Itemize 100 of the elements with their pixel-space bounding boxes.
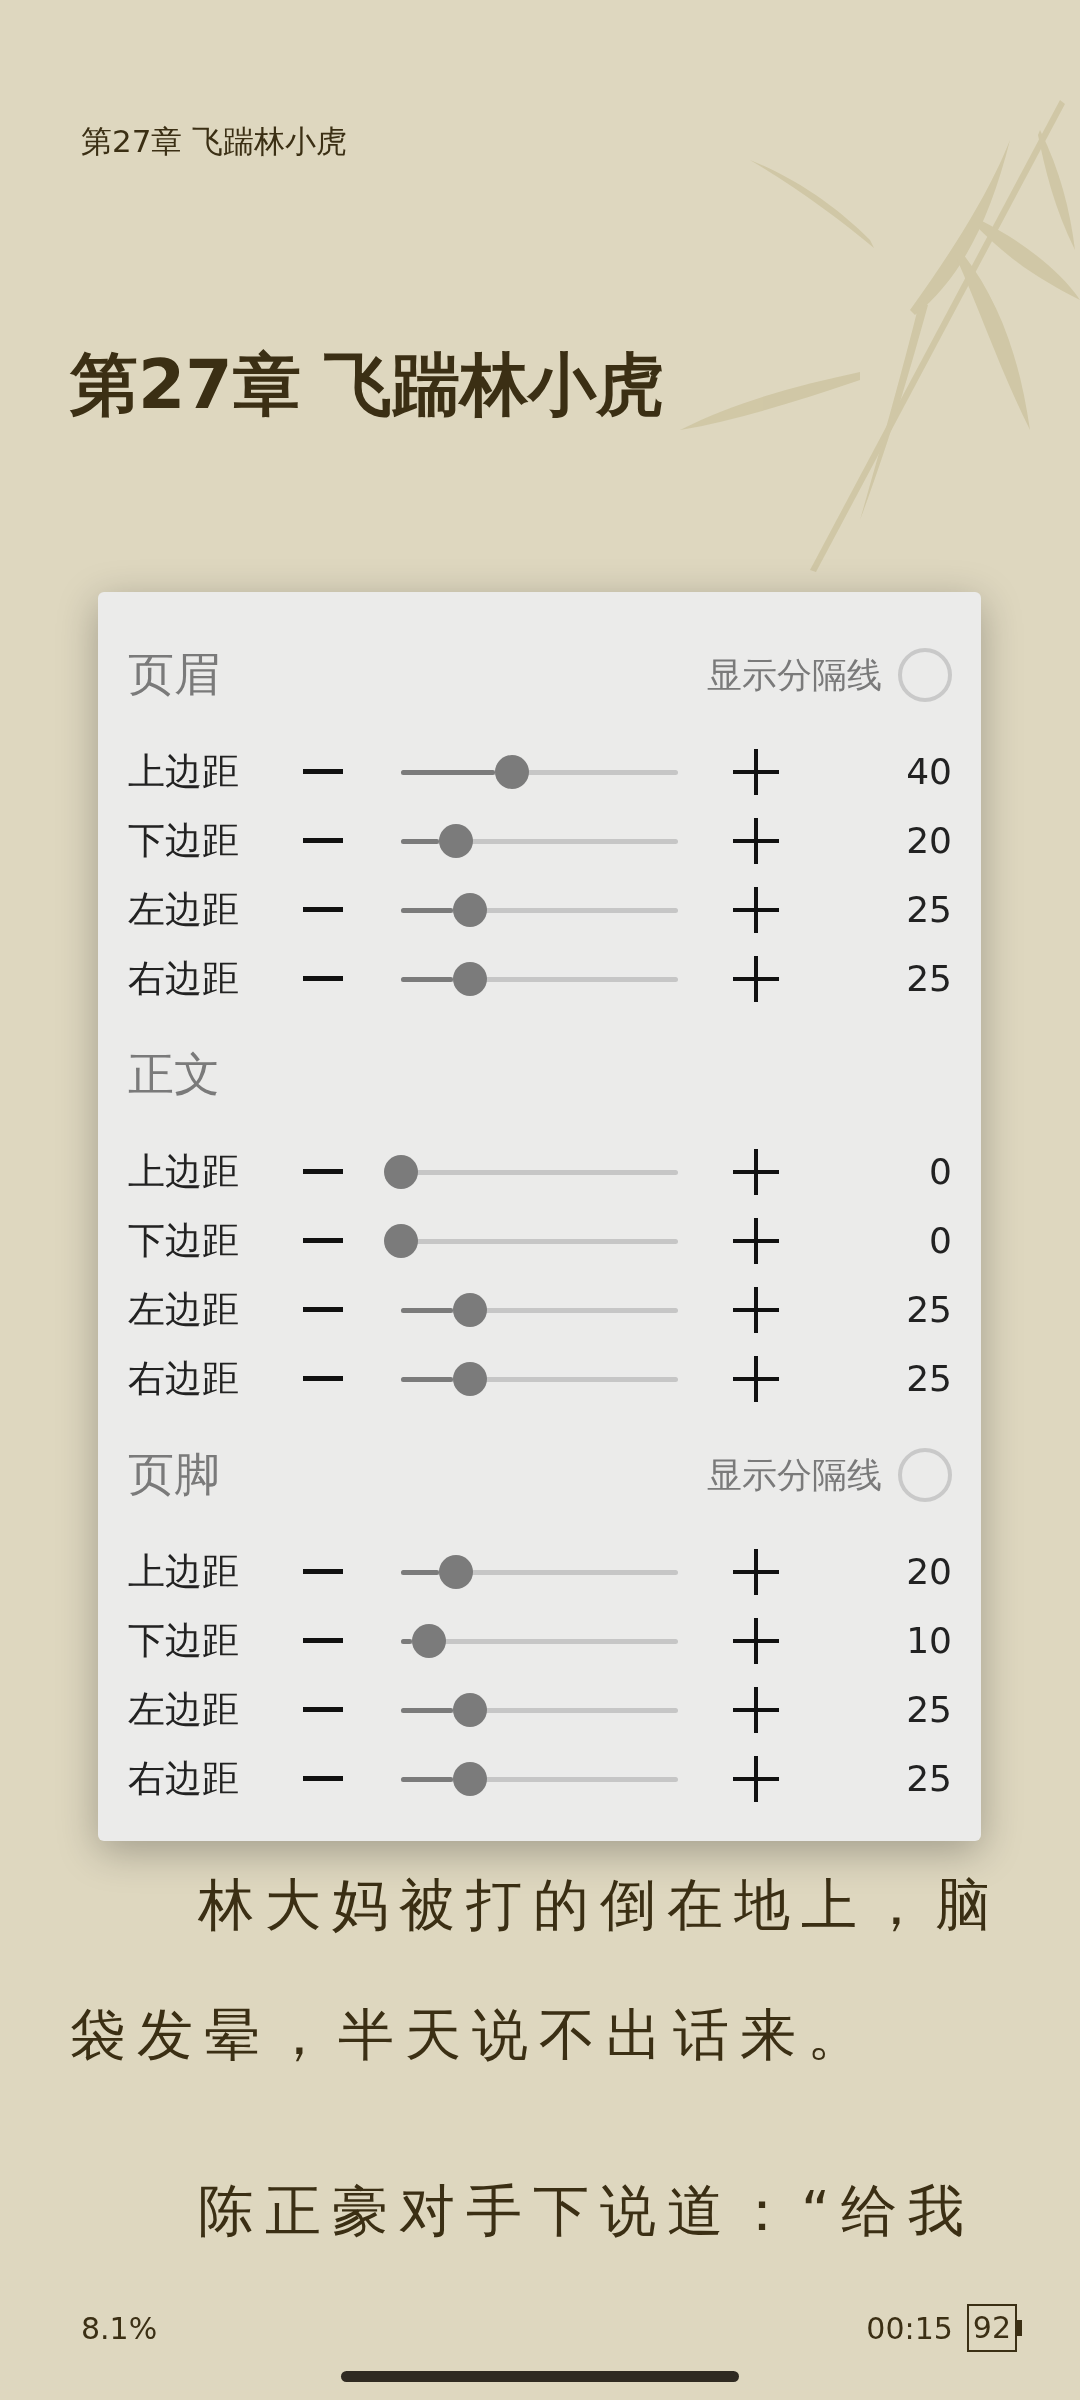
clock: 00:15 [866, 2310, 953, 2346]
margin-value: 0 [929, 1151, 952, 1192]
slider-fill [401, 1776, 454, 1782]
margin-value: 25 [906, 1689, 952, 1730]
margin-value: 20 [906, 1551, 952, 1592]
decrease-button[interactable] [303, 837, 343, 844]
increase-button[interactable] [733, 955, 779, 1002]
increase-button[interactable] [733, 1286, 779, 1333]
section-title: 页脚 [128, 1446, 220, 1503]
slider-fill [401, 1376, 454, 1382]
margin-value: 20 [906, 820, 952, 861]
decrease-button[interactable] [303, 906, 343, 913]
minus-icon [303, 837, 343, 844]
increase-button[interactable] [733, 886, 779, 933]
margin-value: 25 [906, 1289, 952, 1330]
slider-fill [401, 838, 440, 844]
toggle-label: 显示分隔线 [707, 653, 882, 697]
divider-toggle[interactable] [898, 1448, 952, 1502]
decrease-button[interactable] [303, 975, 343, 982]
plus-icon [733, 1755, 779, 1802]
slider-thumb[interactable] [453, 1692, 488, 1727]
margin-value: 25 [906, 958, 952, 999]
minus-icon [303, 1237, 343, 1244]
margin-label: 右边距 [128, 1755, 240, 1802]
slider-thumb[interactable] [439, 823, 474, 858]
slider-fill [401, 1569, 440, 1575]
plus-icon [733, 748, 779, 795]
slider-thumb[interactable] [411, 1623, 446, 1658]
margin-value: 25 [906, 1358, 952, 1399]
increase-button[interactable] [733, 1355, 779, 1402]
margin-label: 左边距 [128, 1286, 240, 1333]
slider-fill [401, 1307, 454, 1313]
slider-fill [401, 1638, 412, 1644]
slider-thumb[interactable] [453, 1292, 488, 1327]
decrease-button[interactable] [303, 1306, 343, 1313]
toggle-label: 显示分隔线 [707, 1453, 882, 1497]
increase-button[interactable] [733, 1548, 779, 1595]
slider-thumb[interactable] [453, 1761, 488, 1796]
margin-label: 右边距 [128, 1355, 240, 1402]
slider-fill [401, 907, 454, 913]
minus-icon [303, 906, 343, 913]
body-text: 袋发晕，半天说不出话来。 [70, 2001, 874, 2069]
section-title: 正文 [128, 1046, 220, 1103]
increase-button[interactable] [733, 748, 779, 795]
divider-toggle[interactable] [898, 648, 952, 702]
decrease-button[interactable] [303, 1168, 343, 1175]
decrease-button[interactable] [303, 1237, 343, 1244]
slider-thumb[interactable] [453, 961, 488, 996]
slider-fill [401, 976, 454, 982]
minus-icon [303, 1637, 343, 1644]
battery-tip-icon [1017, 2320, 1022, 2336]
slider-thumb[interactable] [439, 1554, 474, 1589]
plus-icon [733, 1355, 779, 1402]
margin-value: 0 [929, 1220, 952, 1261]
plus-icon [733, 886, 779, 933]
slider-thumb[interactable] [384, 1154, 418, 1189]
margin-label: 下边距 [128, 817, 240, 864]
margin-label: 上边距 [128, 748, 240, 795]
plus-icon [733, 955, 779, 1002]
chapter-title: 第27章 飞踹林小虎 [70, 344, 665, 426]
increase-button[interactable] [733, 1148, 779, 1195]
margin-label: 下边距 [128, 1217, 240, 1264]
margin-label: 左边距 [128, 1686, 240, 1733]
body-text: 林大妈被打的倒在地上，脑 [197, 1871, 1002, 1939]
plus-icon [733, 1548, 779, 1595]
minus-icon [303, 1306, 343, 1313]
decrease-button[interactable] [303, 1775, 343, 1782]
plus-icon [733, 1617, 779, 1664]
minus-icon [303, 975, 343, 982]
increase-button[interactable] [733, 1617, 779, 1664]
battery-level: 92 [966, 2304, 1017, 2352]
decrease-button[interactable] [303, 1375, 343, 1382]
decrease-button[interactable] [303, 1568, 343, 1575]
plus-icon [733, 817, 779, 864]
minus-icon [303, 768, 343, 775]
margin-value: 25 [906, 1758, 952, 1799]
slider-thumb[interactable] [453, 892, 488, 927]
plus-icon [733, 1686, 779, 1733]
increase-button[interactable] [733, 1217, 779, 1264]
slider-thumb[interactable] [494, 754, 529, 789]
slider-thumb[interactable] [453, 1361, 488, 1396]
increase-button[interactable] [733, 817, 779, 864]
margin-label: 上边距 [128, 1548, 240, 1595]
margin-label: 上边距 [128, 1148, 240, 1195]
slider-thumb[interactable] [384, 1223, 418, 1258]
increase-button[interactable] [733, 1755, 779, 1802]
plus-icon [733, 1148, 779, 1195]
increase-button[interactable] [733, 1686, 779, 1733]
plus-icon [733, 1217, 779, 1264]
minus-icon [303, 1568, 343, 1575]
decrease-button[interactable] [303, 1637, 343, 1644]
margin-value: 10 [906, 1620, 952, 1661]
decrease-button[interactable] [303, 768, 343, 775]
minus-icon [303, 1168, 343, 1175]
decrease-button[interactable] [303, 1706, 343, 1713]
plus-icon [733, 1286, 779, 1333]
running-header: 第27章 飞踹林小虎 [81, 122, 348, 161]
slider-fill [401, 1707, 454, 1713]
margin-value: 25 [906, 889, 952, 930]
margin-label: 左边距 [128, 886, 240, 933]
